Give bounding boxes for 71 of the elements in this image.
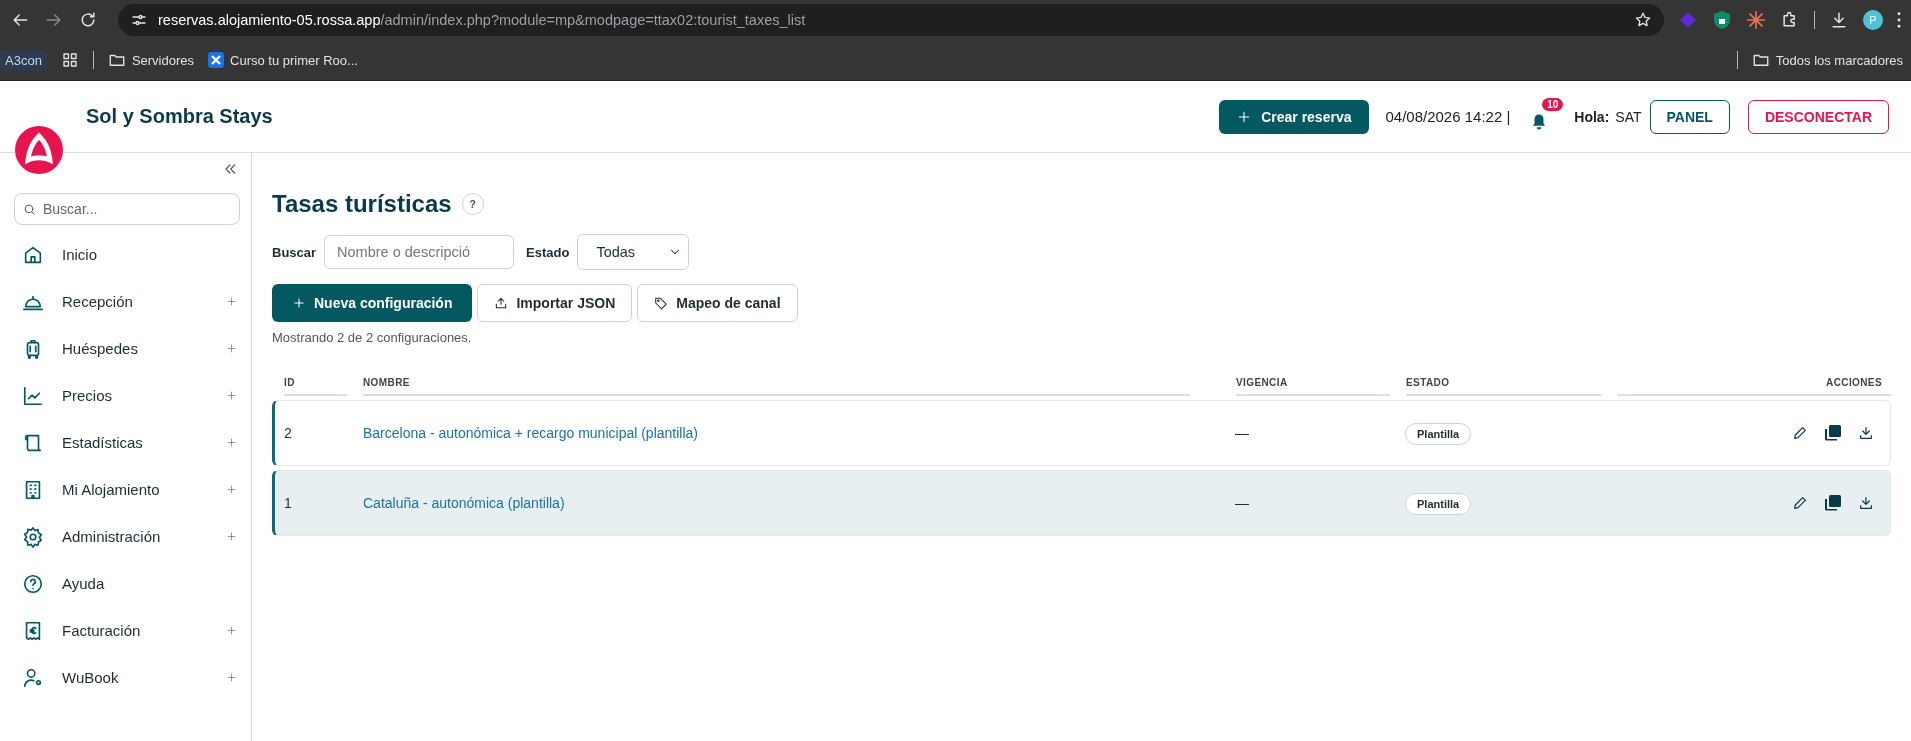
search-icon — [23, 203, 36, 216]
results-summary: Mostrando 2 de 2 configuraciones. — [272, 330, 473, 345]
copy-icon[interactable] — [1825, 495, 1841, 511]
greeting-label: Hola: — [1574, 108, 1610, 125]
notification-count: 10 — [1542, 97, 1564, 111]
user-name: SAT — [1615, 108, 1642, 125]
page-title: Tasas turísticas — [272, 190, 452, 218]
download-icon — [1858, 425, 1874, 441]
search-field[interactable]: Nombre o descripció — [324, 235, 515, 269]
bookmark-badge[interactable]: A3con — [0, 49, 47, 71]
status-dropdown[interactable]: Todas — [577, 234, 690, 270]
upload-icon — [494, 296, 509, 310]
nav-item[interactable]: Precios — [14, 372, 240, 419]
validity-cell-text: — — [1235, 425, 1250, 441]
nav-item[interactable]: Mi Alojamiento — [14, 466, 240, 513]
url-text: reservas.alojamiento-05.rossa.app/admin/index.php?module=mp&modpage=ttax02:tourist_taxes_list — [158, 12, 807, 28]
status-tag: Plantilla — [1405, 423, 1472, 445]
logo-icon[interactable] — [15, 126, 63, 174]
gear-icon — [22, 525, 44, 548]
nav-item[interactable]: Ayuda — [14, 560, 240, 607]
id-cell-text: 2 — [284, 425, 293, 441]
logout-button[interactable]: DESCONECTAR — [1747, 99, 1889, 134]
help-icon — [22, 572, 44, 595]
apps-grid-icon — [60, 51, 79, 69]
address-bar[interactable]: reservas.alojamiento-05.rossa.app/admin/index.php?module=mp&modpage=ttax02:tourist_taxes_list — [118, 4, 1664, 36]
column-header: ID — [284, 371, 347, 396]
more-menu-icon[interactable] — [1897, 12, 1901, 28]
name-link[interactable]: Barcelona - autonómica + recargo municipal (plantilla) — [363, 425, 698, 441]
search-field[interactable]: Buscar... — [14, 193, 240, 225]
nav-item[interactable]: Estadísticas — [14, 419, 240, 466]
column-header: ACCIONES — [1617, 371, 1891, 396]
channel-mapping-button[interactable]: Mapeo de canal — [637, 284, 798, 322]
name-link[interactable]: Cataluña - autonómica (plantilla) — [363, 495, 565, 511]
status-tag: Plantilla — [1405, 493, 1472, 515]
table-row[interactable]: 2 Barcelona - autonómica + recargo municipal (plantilla) — Plantilla — [272, 400, 1891, 466]
id-cell-text: 1 — [284, 495, 293, 511]
panel-button[interactable]: PANEL — [1649, 99, 1730, 134]
nav-item[interactable]: Inicio — [14, 231, 240, 278]
app-logo-icon — [208, 52, 224, 68]
bookmark-folder[interactable]: Todos los marcadores — [1751, 51, 1903, 69]
nav-item[interactable]: WuBook — [14, 654, 240, 701]
nav-item[interactable]: Recepción — [14, 278, 240, 325]
nav-item[interactable]: Facturación — [14, 607, 240, 654]
table-row[interactable]: 1 Cataluña - autonómica (plantilla) — Plantilla — [272, 470, 1891, 536]
plus-icon — [292, 296, 306, 310]
copy-icon[interactable] — [1825, 425, 1841, 441]
download-icon — [1858, 495, 1874, 511]
pencil-icon — [1792, 495, 1808, 511]
star-icon — [1634, 11, 1652, 29]
search-label: Buscar — [272, 244, 317, 260]
tag-icon — [654, 296, 669, 310]
plus-icon — [1237, 109, 1252, 124]
starburst-icon[interactable] — [1746, 10, 1766, 30]
pencil-icon — [1792, 425, 1808, 441]
column-header: ESTADO — [1406, 371, 1601, 396]
download-icon — [1829, 10, 1849, 30]
nav-item[interactable]: Administración — [14, 513, 240, 560]
line-chart-icon — [22, 384, 44, 407]
create-booking-button[interactable]: Crear reserva — [1219, 99, 1370, 134]
new-config-button[interactable]: Nueva configuración — [272, 284, 473, 322]
shield-icon[interactable] — [1712, 10, 1732, 30]
validity-cell-text: — — [1235, 495, 1250, 511]
column-header: NOMBRE — [363, 371, 1190, 396]
import-json-button[interactable]: Importar JSON — [477, 284, 633, 322]
bookmark-link[interactable]: Curso tu primer Roo... — [208, 52, 358, 68]
bookmark-folder[interactable]: Servidores — [107, 51, 194, 69]
column-header: VIGENCIA — [1236, 371, 1390, 396]
brand-title: Sol y Sombra Stays — [86, 105, 274, 128]
nav-item[interactable]: Huéspedes — [14, 325, 240, 372]
status-label: Estado — [526, 244, 570, 260]
datetime-text: 04/08/2026 14:22 | — [1385, 108, 1511, 125]
